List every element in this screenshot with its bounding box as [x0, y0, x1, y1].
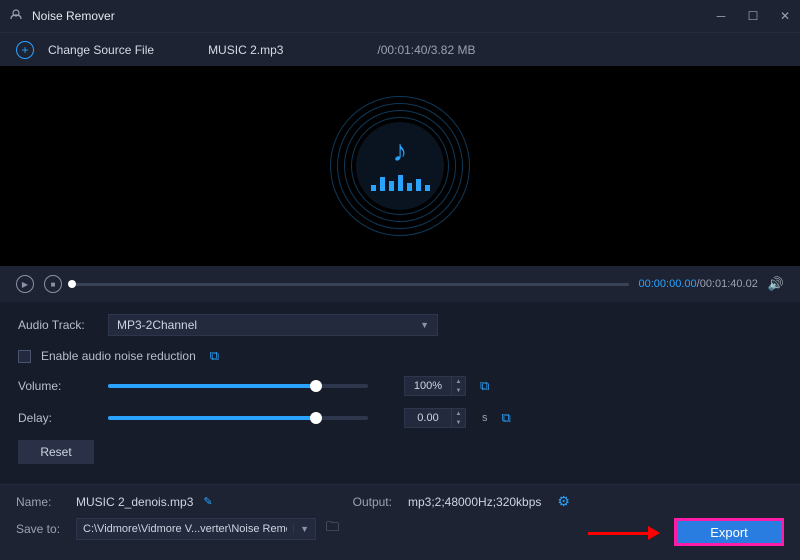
volume-label: Volume:	[18, 379, 98, 393]
annotation-arrow	[588, 526, 660, 540]
add-source-icon[interactable]: +	[16, 41, 34, 59]
output-label: Output:	[353, 495, 392, 509]
minimize-button[interactable]: ─	[714, 9, 728, 23]
open-folder-icon[interactable]: 🗀	[326, 518, 339, 540]
output-name: MUSIC 2_denois.mp3	[76, 495, 193, 509]
audio-visualizer: ♪	[330, 96, 470, 236]
stop-button[interactable]: ■	[44, 275, 62, 293]
footer-panel: Name: MUSIC 2_denois.mp3 ✎ Output: mp3;2…	[0, 484, 800, 560]
noise-reduction-checkbox[interactable]	[18, 350, 31, 363]
export-button[interactable]: Export	[674, 518, 784, 546]
save-to-label: Save to:	[16, 522, 66, 536]
volume-spinner[interactable]: 100% ▲▼	[404, 376, 466, 396]
volume-icon[interactable]: 🔊	[768, 276, 784, 292]
maximize-button[interactable]: ☐	[746, 9, 760, 23]
compare-icon[interactable]: ⧉	[210, 348, 219, 364]
window-controls: ─ ☐ ✕	[714, 9, 792, 23]
volume-down-button[interactable]: ▼	[452, 386, 465, 395]
save-path-value: C:\Vidmore\Vidmore V...verter\Noise Remo…	[83, 523, 287, 535]
edit-name-icon[interactable]: ✎	[203, 495, 212, 508]
delay-down-button[interactable]: ▼	[452, 418, 465, 427]
delay-up-button[interactable]: ▲	[452, 409, 465, 418]
delay-spinner[interactable]: 0.00 ▲▼	[404, 408, 466, 428]
chevron-down-icon: ▼	[420, 320, 429, 330]
delay-slider[interactable]	[108, 416, 368, 420]
noise-reduction-label: Enable audio noise reduction	[41, 349, 196, 363]
delay-value: 0.00	[405, 412, 451, 424]
volume-value: 100%	[405, 380, 451, 392]
app-icon	[8, 8, 24, 24]
chevron-down-icon[interactable]: ▼	[293, 524, 309, 534]
playback-time: 00:00:00.00/00:01:40.02	[639, 278, 758, 290]
save-path-select[interactable]: C:\Vidmore\Vidmore V...verter\Noise Remo…	[76, 518, 316, 540]
source-meta: /00:01:40/3.82 MB	[377, 43, 475, 57]
audio-track-value: MP3-2Channel	[117, 318, 197, 332]
audio-track-label: Audio Track:	[18, 318, 98, 332]
window-title: Noise Remover	[32, 9, 714, 23]
output-settings-icon[interactable]: ⚙	[557, 493, 570, 510]
source-filename: MUSIC 2.mp3	[208, 43, 283, 57]
settings-panel: Audio Track: MP3-2Channel ▼ Enable audio…	[0, 302, 800, 484]
reset-button[interactable]: Reset	[18, 440, 94, 464]
seek-slider[interactable]	[72, 283, 629, 286]
source-toolbar: + Change Source File MUSIC 2.mp3 /00:01:…	[0, 32, 800, 66]
play-button[interactable]: ▶	[16, 275, 34, 293]
volume-slider[interactable]	[108, 384, 368, 388]
volume-compare-icon[interactable]: ⧉	[480, 378, 489, 394]
audio-track-select[interactable]: MP3-2Channel ▼	[108, 314, 438, 336]
time-total: /00:01:40.02	[697, 278, 758, 290]
delay-suffix: s	[482, 412, 488, 424]
time-current: 00:00:00.00	[639, 278, 697, 290]
delay-compare-icon[interactable]: ⧉	[502, 410, 511, 426]
volume-up-button[interactable]: ▲	[452, 377, 465, 386]
output-format: mp3;2;48000Hz;320kbps	[408, 495, 541, 509]
close-button[interactable]: ✕	[778, 9, 792, 23]
delay-label: Delay:	[18, 411, 98, 425]
titlebar: Noise Remover ─ ☐ ✕	[0, 0, 800, 32]
name-label: Name:	[16, 495, 66, 509]
change-source-button[interactable]: Change Source File	[48, 43, 154, 57]
preview-area: ♪	[0, 66, 800, 266]
player-bar: ▶ ■ 00:00:00.00/00:01:40.02 🔊	[0, 266, 800, 302]
